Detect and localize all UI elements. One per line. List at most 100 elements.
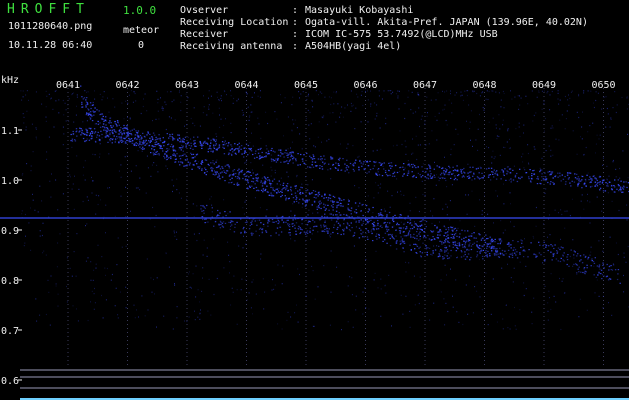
signal-pixel (245, 161, 247, 163)
signal-pixel (498, 114, 500, 116)
signal-pixel (383, 168, 385, 170)
signal-pixel (442, 256, 444, 258)
signal-pixel (43, 250, 45, 252)
signal-pixel (197, 289, 199, 291)
signal-pixel (404, 140, 406, 142)
signal-pixel (514, 252, 516, 254)
signal-pixel (66, 257, 68, 259)
signal-pixel (230, 304, 232, 306)
signal-pixel (425, 171, 427, 173)
signal-pixel (236, 182, 239, 184)
signal-pixel (79, 130, 81, 132)
signal-pixel (56, 266, 58, 268)
signal-pixel (354, 211, 356, 213)
signal-pixel (523, 167, 525, 169)
signal-pixel (498, 238, 500, 240)
signal-pixel (615, 111, 617, 114)
signal-pixel (118, 141, 120, 143)
signal-pixel (303, 200, 306, 202)
signal-pixel (501, 169, 503, 171)
signal-pixel (323, 265, 325, 267)
signal-pixel (469, 166, 471, 168)
signal-pixel (614, 186, 616, 188)
signal-pixel (566, 172, 569, 174)
signal-pixel (446, 206, 448, 208)
signal-pixel (93, 132, 96, 134)
signal-pixel (384, 171, 387, 174)
signal-pixel (273, 178, 276, 180)
signal-pixel (161, 148, 163, 150)
signal-pixel (311, 192, 313, 194)
signal-pixel (155, 141, 158, 143)
signal-pixel (472, 312, 474, 314)
signal-pixel (508, 179, 510, 181)
signal-pixel (549, 234, 551, 236)
signal-pixel (270, 149, 272, 152)
signal-pixel (304, 240, 306, 242)
signal-pixel (241, 153, 243, 155)
signal-pixel (350, 210, 352, 212)
signal-pixel (228, 152, 230, 154)
signal-pixel (503, 107, 505, 109)
signal-pixel (324, 193, 326, 195)
signal-pixel (125, 245, 127, 247)
signal-pixel (478, 172, 480, 174)
signal-pixel (73, 92, 74, 94)
signal-pixel (306, 216, 308, 218)
signal-pixel (462, 175, 465, 177)
signal-pixel (557, 92, 559, 94)
signal-pixel (420, 118, 422, 120)
signal-pixel (94, 154, 96, 156)
signal-pixel (213, 147, 216, 149)
signal-pixel (308, 209, 310, 211)
signal-pixel (461, 251, 463, 253)
signal-pixel (208, 278, 210, 280)
signal-pixel (30, 207, 31, 209)
signal-pixel (382, 165, 384, 167)
signal-pixel (362, 214, 364, 217)
signal-pixel (288, 232, 290, 234)
signal-pixel (217, 166, 219, 168)
signal-pixel (213, 144, 215, 146)
signal-pixel (377, 213, 380, 215)
signal-pixel (413, 165, 416, 167)
signal-pixel (216, 277, 218, 280)
signal-pixel (252, 279, 254, 281)
signal-pixel (190, 138, 192, 140)
signal-pixel (551, 171, 554, 173)
signal-pixel (418, 239, 420, 241)
signal-pixel (513, 267, 515, 269)
signal-pixel (367, 195, 369, 197)
signal-pixel (396, 171, 399, 174)
signal-pixel (442, 208, 444, 210)
signal-pixel (258, 228, 261, 230)
x-tick-label: 0648 (472, 80, 496, 91)
signal-pixel (499, 253, 502, 255)
signal-pixel (108, 153, 110, 155)
signal-pixel (372, 206, 374, 209)
signal-pixel (366, 219, 369, 221)
signal-pixel (170, 143, 173, 146)
signal-pixel (192, 153, 195, 155)
signal-pixel (283, 135, 284, 137)
signal-pixel (312, 270, 314, 272)
signal-pixel (545, 188, 547, 190)
signal-pixel (516, 257, 519, 259)
signal-pixel (461, 176, 464, 178)
signal-pixel (339, 202, 342, 204)
signal-pixel (118, 136, 120, 138)
signal-pixel (485, 168, 488, 170)
signal-pixel (218, 146, 221, 148)
signal-pixel (479, 251, 481, 253)
signal-pixel (146, 155, 148, 157)
signal-pixel (430, 253, 432, 255)
signal-pixel (431, 130, 433, 132)
signal-pixel (251, 220, 253, 222)
signal-pixel (582, 271, 584, 274)
signal-pixel (486, 254, 488, 256)
signal-pixel (511, 180, 513, 182)
signal-pixel (258, 158, 261, 160)
signal-pixel (498, 92, 500, 94)
signal-pixel (545, 244, 548, 247)
signal-pixel (595, 152, 596, 154)
